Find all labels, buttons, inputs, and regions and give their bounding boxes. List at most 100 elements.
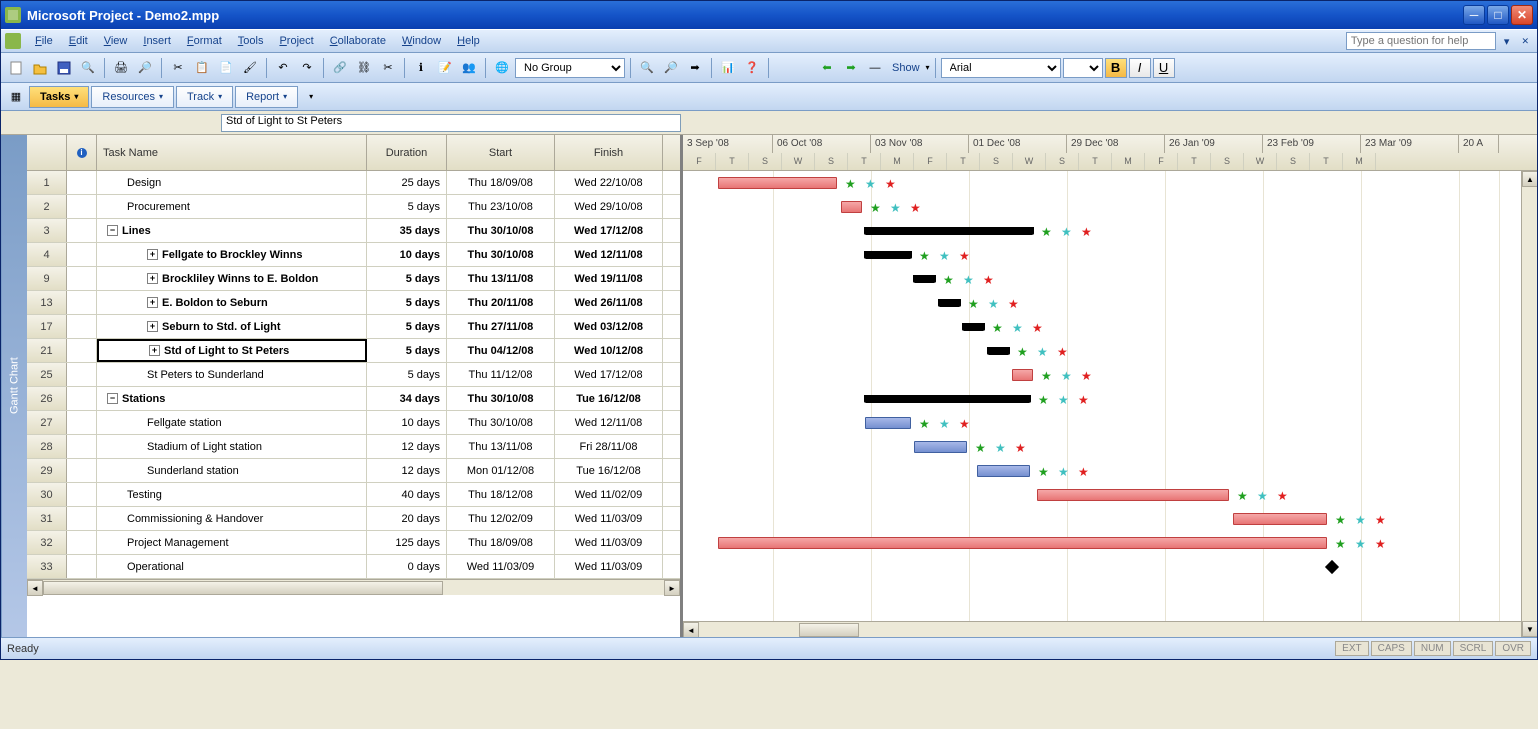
finish-cell[interactable]: Wed 11/03/09 (555, 555, 663, 578)
menu-item-help[interactable]: Help (449, 32, 488, 50)
month-header[interactable]: 06 Oct '08 (773, 135, 871, 153)
day-header[interactable]: S (1277, 153, 1310, 171)
day-header[interactable]: T (947, 153, 980, 171)
publish-icon[interactable]: 🌐 (491, 57, 513, 79)
day-header[interactable]: F (683, 153, 716, 171)
row-number[interactable]: 13 (27, 291, 67, 314)
finish-cell[interactable]: Wed 10/12/08 (555, 339, 663, 362)
day-header[interactable]: W (1013, 153, 1046, 171)
start-cell[interactable]: Thu 20/11/08 (447, 291, 555, 314)
day-header[interactable]: T (1310, 153, 1343, 171)
finish-cell[interactable]: Wed 22/10/08 (555, 171, 663, 194)
task-name-cell[interactable]: +Std of Light to St Peters (97, 339, 367, 362)
gantt-scroll-thumb[interactable] (799, 623, 859, 637)
notes-icon[interactable]: 📝 (434, 57, 456, 79)
finish-cell[interactable]: Wed 11/03/09 (555, 531, 663, 554)
start-cell[interactable]: Thu 30/10/08 (447, 411, 555, 434)
view-side-label[interactable]: Gantt Chart (1, 135, 27, 637)
table-row[interactable]: 4+Fellgate to Brockley Winns10 daysThu 3… (27, 243, 680, 267)
tab-report[interactable]: Report▾ (235, 86, 298, 108)
month-header[interactable]: 20 A (1459, 135, 1499, 153)
month-header[interactable]: 29 Dec '08 (1067, 135, 1165, 153)
save-icon[interactable] (53, 57, 75, 79)
duration-cell[interactable]: 5 days (367, 291, 447, 314)
day-header[interactable]: F (1145, 153, 1178, 171)
row-number[interactable]: 25 (27, 363, 67, 386)
menu-item-format[interactable]: Format (179, 32, 230, 50)
finish-cell[interactable]: Wed 19/11/08 (555, 267, 663, 290)
day-header[interactable]: M (1343, 153, 1376, 171)
task-name-cell[interactable]: Design (97, 171, 367, 194)
duration-cell[interactable]: 12 days (367, 435, 447, 458)
menu-item-file[interactable]: File (27, 32, 61, 50)
day-header[interactable]: M (881, 153, 914, 171)
task-name-cell[interactable]: Commissioning & Handover (97, 507, 367, 530)
row-number[interactable]: 9 (27, 267, 67, 290)
month-header[interactable]: 01 Dec '08 (969, 135, 1067, 153)
tab-tasks[interactable]: Tasks▾ (29, 86, 89, 108)
outline-toggle[interactable]: + (147, 297, 158, 308)
duration-cell[interactable]: 25 days (367, 171, 447, 194)
close-button[interactable]: ✕ (1511, 5, 1533, 25)
day-header[interactable]: F (914, 153, 947, 171)
table-row[interactable]: 21+Std of Light to St Peters5 daysThu 04… (27, 339, 680, 363)
info-icon[interactable]: ℹ (410, 57, 432, 79)
start-cell[interactable]: Thu 30/10/08 (447, 387, 555, 410)
gantt-scroll-up[interactable]: ▲ (1522, 171, 1537, 187)
summary-bar[interactable] (865, 395, 1030, 403)
task-bar[interactable] (1012, 369, 1033, 381)
copy-icon[interactable]: 📋 (191, 57, 213, 79)
zoom-in-icon[interactable]: 🔍 (636, 57, 658, 79)
col-row-num[interactable] (27, 135, 67, 170)
views-icon[interactable]: ▦ (5, 86, 27, 108)
month-header[interactable]: 23 Mar '09 (1361, 135, 1459, 153)
task-name-cell[interactable]: Stadium of Light station (97, 435, 367, 458)
task-bar[interactable] (718, 177, 837, 189)
day-header[interactable]: T (1178, 153, 1211, 171)
table-row[interactable]: 17+Seburn to Std. of Light5 daysThu 27/1… (27, 315, 680, 339)
milestone[interactable] (1325, 560, 1339, 574)
start-cell[interactable]: Thu 04/12/08 (447, 339, 555, 362)
start-cell[interactable]: Thu 30/10/08 (447, 243, 555, 266)
viewbar-overflow-icon[interactable]: ▾ (300, 86, 322, 108)
zoom-out-icon[interactable]: 🔎 (660, 57, 682, 79)
table-row[interactable]: 26−Stations34 daysThu 30/10/08Tue 16/12/… (27, 387, 680, 411)
menu-item-window[interactable]: Window (394, 32, 449, 50)
start-cell[interactable]: Mon 01/12/08 (447, 459, 555, 482)
task-name-cell[interactable]: +Seburn to Std. of Light (97, 315, 367, 338)
search-icon[interactable]: 🔍 (77, 57, 99, 79)
task-name-cell[interactable]: −Stations (97, 387, 367, 410)
task-bar[interactable] (841, 201, 862, 213)
row-number[interactable]: 26 (27, 387, 67, 410)
task-name-cell[interactable]: +Brockliley Winns to E. Boldon (97, 267, 367, 290)
day-header[interactable]: S (815, 153, 848, 171)
start-cell[interactable]: Thu 13/11/08 (447, 267, 555, 290)
gantt-scrollbar-v[interactable]: ▲ ▼ (1521, 171, 1537, 637)
format-painter-icon[interactable]: 🖌 (239, 57, 261, 79)
summary-bar[interactable] (988, 347, 1009, 355)
group-select[interactable]: No Group (515, 58, 625, 78)
col-start[interactable]: Start (447, 135, 555, 170)
row-number[interactable]: 32 (27, 531, 67, 554)
gantt-body[interactable] (683, 171, 1537, 621)
start-cell[interactable]: Thu 11/12/08 (447, 363, 555, 386)
outline-toggle[interactable]: + (149, 345, 160, 356)
font-name-select[interactable]: Arial (941, 58, 1061, 78)
month-header[interactable]: 26 Jan '09 (1165, 135, 1263, 153)
start-cell[interactable]: Wed 11/03/09 (447, 555, 555, 578)
table-row[interactable]: 9+Brockliley Winns to E. Boldon5 daysThu… (27, 267, 680, 291)
start-cell[interactable]: Thu 18/12/08 (447, 483, 555, 506)
finish-cell[interactable]: Wed 12/11/08 (555, 411, 663, 434)
outline-toggle[interactable]: + (147, 249, 158, 260)
bold-button[interactable]: B (1105, 58, 1127, 78)
duration-cell[interactable]: 5 days (367, 315, 447, 338)
link-icon[interactable]: 🔗 (329, 57, 351, 79)
redo-icon[interactable]: ↷ (296, 57, 318, 79)
task-name-cell[interactable]: Fellgate station (97, 411, 367, 434)
task-name-cell[interactable]: Testing (97, 483, 367, 506)
assign-icon[interactable]: 👥 (458, 57, 480, 79)
finish-cell[interactable]: Wed 12/11/08 (555, 243, 663, 266)
open-icon[interactable] (29, 57, 51, 79)
table-row[interactable]: 2Procurement5 daysThu 23/10/08Wed 29/10/… (27, 195, 680, 219)
finish-cell[interactable]: Wed 03/12/08 (555, 315, 663, 338)
